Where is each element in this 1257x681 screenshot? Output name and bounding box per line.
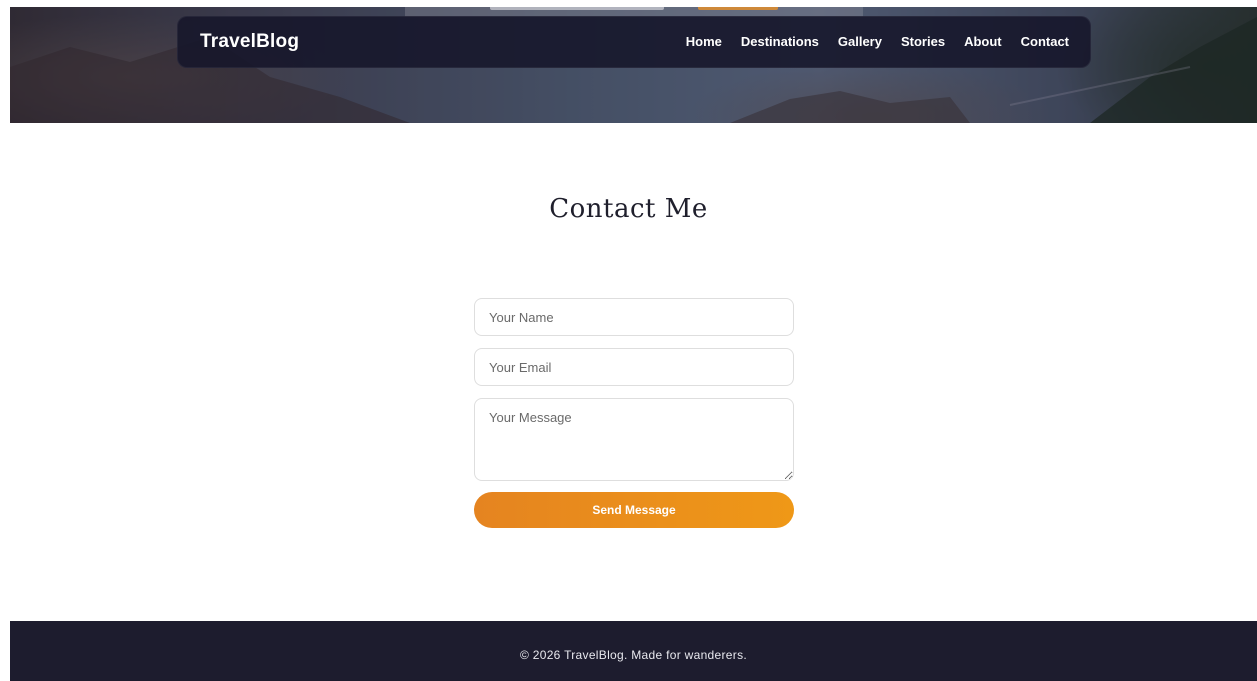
hero-ghost-input xyxy=(490,7,664,10)
email-input[interactable] xyxy=(474,348,794,386)
page: TravelBlog Home Destinations Gallery Sto… xyxy=(0,0,1257,681)
send-message-button[interactable]: Send Message xyxy=(474,492,794,528)
brand-logo[interactable]: TravelBlog xyxy=(200,31,299,53)
footer-copyright: © 2026 TravelBlog. Made for wanderers. xyxy=(519,648,748,662)
contact-form: Send Message xyxy=(474,298,794,528)
footer: © 2026 TravelBlog. Made for wanderers. xyxy=(10,621,1257,681)
nav-link-contact[interactable]: Contact xyxy=(1021,34,1069,49)
nav-links: Home Destinations Gallery Stories About … xyxy=(686,34,1069,49)
name-input[interactable] xyxy=(474,298,794,336)
nav-link-stories[interactable]: Stories xyxy=(901,34,945,49)
nav-link-home[interactable]: Home xyxy=(686,34,722,49)
navbar: TravelBlog Home Destinations Gallery Sto… xyxy=(177,16,1091,68)
nav-link-gallery[interactable]: Gallery xyxy=(838,34,882,49)
hero-ghost-button xyxy=(698,7,778,10)
message-textarea[interactable] xyxy=(474,398,794,481)
nav-link-destinations[interactable]: Destinations xyxy=(741,34,819,49)
contact-title: Contact Me xyxy=(549,194,708,224)
nav-link-about[interactable]: About xyxy=(964,34,1002,49)
